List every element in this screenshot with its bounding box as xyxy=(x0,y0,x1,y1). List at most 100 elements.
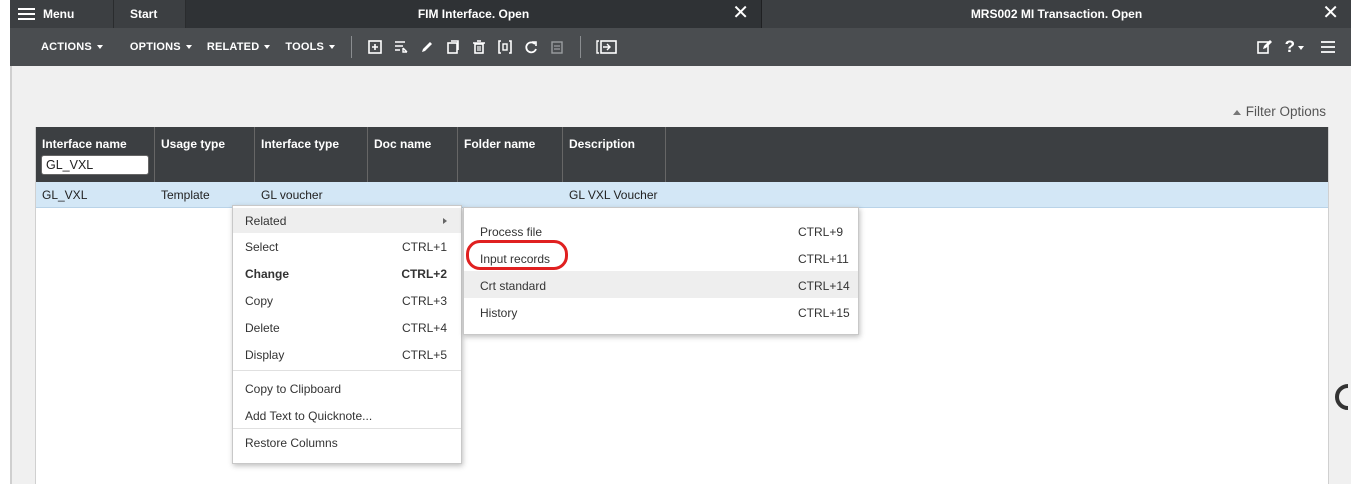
help-label: ? xyxy=(1284,37,1295,56)
edit-icon[interactable] xyxy=(415,35,439,59)
context-item-add-text-to-quicknote[interactable]: Add Text to Quicknote... xyxy=(233,403,461,428)
hamburger-icon xyxy=(18,8,35,20)
menu-divider xyxy=(233,428,461,429)
submenu-item-shortcut: CTRL+15 xyxy=(798,306,850,320)
caret-down-icon xyxy=(185,45,192,50)
caret-down-icon xyxy=(264,45,271,50)
tab-fim-interface[interactable]: FIM Interface. Open ✕ xyxy=(186,0,762,28)
context-item-change[interactable]: Change CTRL+2 xyxy=(233,261,461,286)
context-item-label: Change xyxy=(245,267,290,281)
cell-description: GL VXL Voucher xyxy=(569,188,658,202)
context-item-shortcut: CTRL+3 xyxy=(401,294,447,308)
display-icon[interactable] xyxy=(493,35,517,59)
context-item-delete[interactable]: Delete CTRL+4 xyxy=(233,315,461,340)
context-item-label: Select xyxy=(245,240,279,254)
submenu-item-input-records[interactable]: Input records CTRL+11 xyxy=(464,244,858,271)
submenu-item-shortcut: CTRL+11 xyxy=(798,252,849,266)
delete-icon[interactable] xyxy=(467,35,491,59)
column-label: Usage type xyxy=(161,137,226,151)
context-menu: Related Select CTRL+1 Change CTRL+2 Copy… xyxy=(232,205,462,464)
context-item-label: Display xyxy=(245,348,285,362)
tab-start[interactable]: Start xyxy=(114,0,186,28)
tab-bar: Menu Start FIM Interface. Open ✕ MRS002 … xyxy=(10,0,1351,28)
toolbar: ACTIONS OPTIONS RELATED TOOLS ? xyxy=(10,28,1351,66)
add-icon[interactable] xyxy=(363,35,387,59)
context-item-label: Delete xyxy=(245,321,280,335)
loading-spinner-icon xyxy=(1335,384,1349,410)
column-interface-type[interactable]: Interface type xyxy=(255,127,368,182)
column-folder-name[interactable]: Folder name xyxy=(458,127,563,182)
caret-down-icon xyxy=(329,45,336,50)
related-menu[interactable]: RELATED xyxy=(207,41,271,53)
context-item-shortcut: CTRL+4 xyxy=(401,321,447,335)
close-icon[interactable]: ✕ xyxy=(732,2,749,24)
submenu-item-label: Crt standard xyxy=(480,279,547,293)
tab-mrs-title: MRS002 MI Transaction. Open xyxy=(970,7,1143,21)
column-label: Doc name xyxy=(374,137,432,151)
tools-label: TOOLS xyxy=(285,41,325,53)
context-item-related[interactable]: Related xyxy=(233,208,461,233)
column-label: Interface type xyxy=(261,137,340,151)
help-icon[interactable]: ? xyxy=(1285,37,1304,57)
filter-options-label: Filter Options xyxy=(1245,104,1326,119)
context-item-copy[interactable]: Copy CTRL+3 xyxy=(233,288,461,313)
cell-interface-type: GL voucher xyxy=(261,188,323,202)
column-interface-name[interactable]: Interface name xyxy=(36,127,155,182)
submenu-item-label: Input records xyxy=(480,252,551,266)
context-item-restore-columns[interactable]: Restore Columns xyxy=(233,430,461,455)
tab-start-label: Start xyxy=(130,7,158,21)
left-border xyxy=(10,66,12,484)
tools-menu[interactable]: TOOLS xyxy=(285,41,336,53)
refresh-icon[interactable] xyxy=(519,35,543,59)
submenu-item-crt-standard[interactable]: Crt standard CTRL+14 xyxy=(464,271,858,298)
context-item-shortcut: CTRL+5 xyxy=(401,348,447,362)
related-submenu: Process file CTRL+9 Input records CTRL+1… xyxy=(463,207,859,335)
close-icon[interactable]: ✕ xyxy=(1322,2,1339,24)
toolbar-divider xyxy=(580,36,582,58)
related-label: RELATED xyxy=(206,41,260,53)
context-item-label: Restore Columns xyxy=(245,436,338,450)
chevron-right-icon xyxy=(443,218,447,224)
column-description[interactable]: Description xyxy=(563,127,666,182)
grid-header: Interface name Usage type Interface type… xyxy=(36,127,1328,182)
select-icon[interactable] xyxy=(389,35,413,59)
disabled-icon xyxy=(545,35,569,59)
context-item-select[interactable]: Select CTRL+1 xyxy=(233,234,461,259)
context-item-shortcut: CTRL+1 xyxy=(401,240,447,254)
menu-divider xyxy=(233,370,461,371)
panel-icon[interactable] xyxy=(592,35,622,59)
chevron-up-icon xyxy=(1232,109,1241,115)
context-item-display[interactable]: Display CTRL+5 xyxy=(233,342,461,367)
context-item-label: Copy to Clipboard xyxy=(245,382,342,396)
column-doc-name[interactable]: Doc name xyxy=(368,127,458,182)
column-label: Interface name xyxy=(42,137,127,151)
column-usage-type[interactable]: Usage type xyxy=(155,127,255,182)
edit-note-icon[interactable] xyxy=(1252,35,1276,59)
menu-button[interactable]: Menu xyxy=(10,0,114,28)
tab-fim-title: FIM Interface. Open xyxy=(417,7,530,21)
actions-label: ACTIONS xyxy=(41,41,92,53)
copy-icon[interactable] xyxy=(441,35,465,59)
filter-options-toggle[interactable]: Filter Options xyxy=(1232,104,1326,119)
context-item-label: Copy xyxy=(245,294,274,308)
submenu-item-shortcut: CTRL+9 xyxy=(798,225,844,239)
context-item-label: Related xyxy=(245,214,287,228)
hamburger-icon[interactable] xyxy=(1316,35,1340,59)
cell-usage-type: Template xyxy=(161,188,210,202)
interface-name-filter-input[interactable] xyxy=(41,155,149,175)
caret-down-icon xyxy=(1298,45,1304,50)
submenu-item-history[interactable]: History CTRL+15 xyxy=(464,298,858,325)
submenu-item-label: History xyxy=(480,306,518,320)
context-item-copy-to-clipboard[interactable]: Copy to Clipboard xyxy=(233,376,461,401)
options-label: OPTIONS xyxy=(129,41,181,53)
caret-down-icon xyxy=(96,45,103,50)
submenu-item-process-file[interactable]: Process file CTRL+9 xyxy=(464,217,858,244)
table-row[interactable]: GL_VXL Template GL voucher GL VXL Vouche… xyxy=(36,182,1328,208)
context-item-label: Add Text to Quicknote... xyxy=(245,409,373,423)
submenu-item-label: Process file xyxy=(480,225,543,239)
options-menu[interactable]: OPTIONS xyxy=(130,41,192,53)
menu-label: Menu xyxy=(43,7,75,21)
tab-mrs002[interactable]: MRS002 MI Transaction. Open ✕ xyxy=(762,0,1351,28)
column-label: Description xyxy=(569,137,636,151)
actions-menu[interactable]: ACTIONS xyxy=(41,41,103,53)
